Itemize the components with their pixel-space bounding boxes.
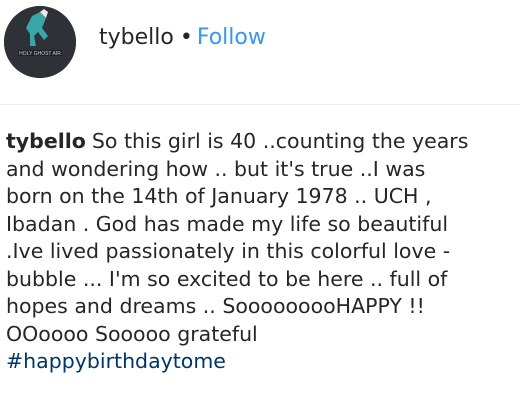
separator-dot: •: [179, 25, 193, 50]
post-header: HOLY GHOST AIR tybello • Follow: [0, 0, 520, 105]
header-handle-row: tybello • Follow: [99, 24, 266, 52]
caption-line-6: bubble ... I'm so excited to be here .. …: [6, 266, 448, 291]
avatar-logo-text: HOLY GHOST AIR: [19, 51, 61, 57]
instagram-post: HOLY GHOST AIR tybello • Follow tybello So …: [0, 0, 520, 418]
caption-line-2: and wondering how .. but it's true ..I w…: [6, 156, 426, 181]
caption-text: So this girl is 40 ..counting the years: [91, 129, 469, 153]
caption-line-4: Ibadan . God has made my life so beautif…: [6, 211, 449, 236]
caption-line-5: .Ive lived passionately in this colorful…: [6, 239, 451, 263]
caption-line-8: OOoooo Sooooo grateful: [6, 321, 258, 346]
post-caption: tybello So this girl is 40 ..counting the…: [6, 128, 514, 376]
header-username[interactable]: tybello: [99, 25, 174, 50]
caption-line-3: born on the 14th of January 1978 .. UCH …: [6, 184, 432, 208]
avatar[interactable]: HOLY GHOST AIR: [4, 6, 76, 78]
hashtag-link[interactable]: #happybirthdaytome: [6, 349, 226, 373]
caption-username[interactable]: tybello: [6, 129, 86, 153]
caption-line-1: tybello So this girl is 40 ..counting the…: [6, 128, 514, 156]
avatar-image: HOLY GHOST AIR: [4, 6, 76, 78]
follow-button[interactable]: Follow: [197, 25, 266, 50]
caption-line-7: hopes and dreams .. SooooooooHAPPY !!: [6, 294, 425, 318]
caption-hashtag-line: #happybirthdaytome: [6, 348, 514, 376]
